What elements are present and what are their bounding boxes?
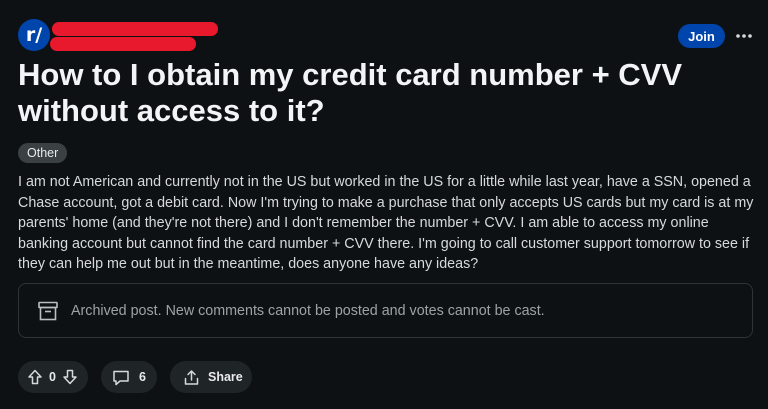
archived-notice: Archived post. New comments cannot be po… [18, 283, 753, 338]
subreddit-avatar-glyph: r/ [25, 24, 43, 46]
archived-notice-text: Archived post. New comments cannot be po… [71, 302, 545, 319]
arrow-up-icon[interactable] [27, 369, 43, 385]
more-dots-icon [736, 34, 752, 38]
vote-count: 0 [49, 370, 56, 384]
post-flair[interactable]: Other [18, 143, 68, 163]
share-label: Share [208, 370, 243, 384]
post-body: I am not American and currently not in t… [18, 174, 754, 272]
join-button[interactable]: Join [678, 24, 725, 48]
vote-bar: 0 [18, 361, 88, 393]
archive-box-icon [38, 301, 58, 320]
comments-button[interactable]: 6 [101, 361, 157, 393]
redacted-author-name [50, 37, 196, 51]
more-options-button[interactable] [733, 24, 755, 48]
arrow-down-icon[interactable] [62, 369, 78, 385]
subreddit-avatar[interactable]: r/ [18, 19, 50, 51]
redacted-subreddit-name [52, 22, 218, 36]
comment-count: 6 [139, 370, 146, 384]
share-upload-icon [184, 369, 199, 385]
speech-bubble-icon [113, 370, 129, 385]
share-button[interactable]: Share [170, 361, 252, 393]
post-title: How to I obtain my credit card number + … [18, 57, 683, 128]
post-page: r/ Join How to I obtain my credit card n… [0, 0, 768, 409]
